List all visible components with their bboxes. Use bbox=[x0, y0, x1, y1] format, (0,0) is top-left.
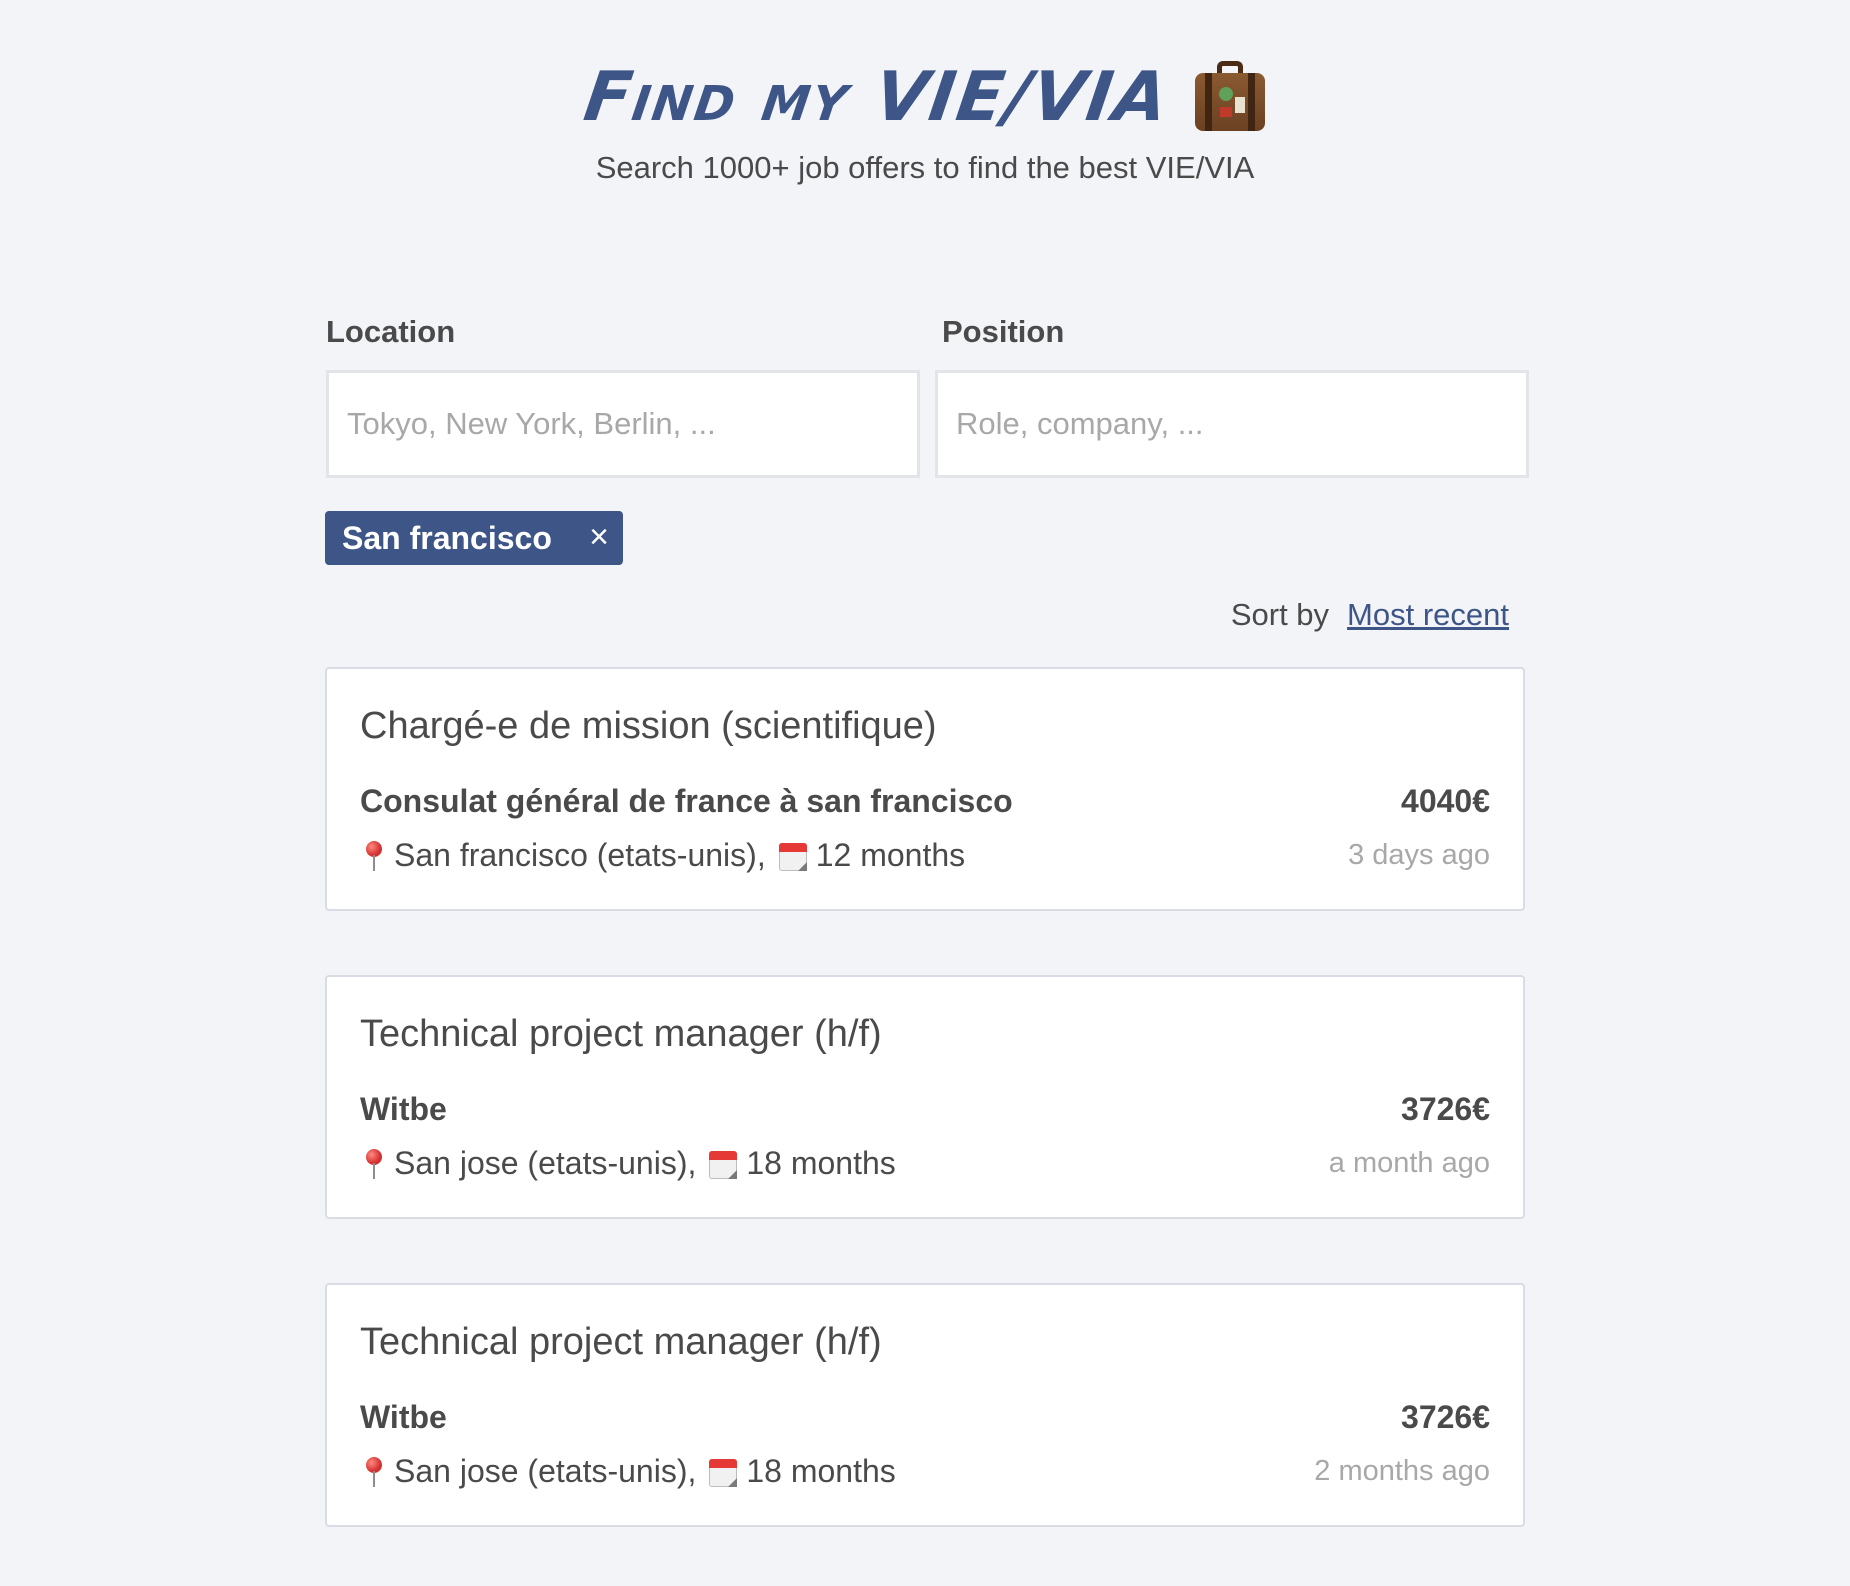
close-icon[interactable]: × bbox=[589, 517, 609, 557]
offer-meta: San jose (etats-unis), 18 months bbox=[360, 1145, 896, 1182]
sort-option-link[interactable]: Most recent bbox=[1347, 597, 1509, 633]
offer-card[interactable]: Technical project manager (h/f) Witbe 37… bbox=[325, 1283, 1525, 1527]
offer-salary: 4040€ bbox=[1401, 783, 1490, 819]
offer-meta: San francisco (etats-unis), 12 months bbox=[360, 837, 965, 874]
offer-duration: 12 months bbox=[815, 837, 966, 873]
offer-card[interactable]: Technical project manager (h/f) Witbe 37… bbox=[325, 975, 1525, 1219]
pin-icon bbox=[360, 1147, 386, 1181]
offer-title[interactable]: Technical project manager (h/f) bbox=[360, 1013, 882, 1056]
brand: Find my VIE/VIA bbox=[0, 52, 1850, 142]
offer-posted-date: a month ago bbox=[1328, 1147, 1490, 1179]
offer-card[interactable]: Chargé-e de mission (scientifique) Consu… bbox=[325, 667, 1525, 911]
calendar-icon bbox=[778, 840, 808, 872]
offer-location: San jose (etats-unis), bbox=[394, 1145, 697, 1181]
site-title[interactable]: Find my VIE/VIA bbox=[579, 58, 1174, 137]
offer-title[interactable]: Chargé-e de mission (scientifique) bbox=[360, 705, 937, 748]
page: Find my VIE/VIA Search 1000+ job offers … bbox=[0, 0, 1850, 1586]
offer-company: Consulat général de france à san francis… bbox=[360, 783, 1013, 819]
offer-location: San francisco (etats-unis), bbox=[394, 837, 766, 873]
pin-icon bbox=[360, 839, 386, 873]
offer-company: Witbe bbox=[360, 1399, 447, 1435]
offer-duration: 18 months bbox=[746, 1453, 896, 1489]
offer-salary: 3726€ bbox=[1401, 1091, 1490, 1127]
location-filter-tag: San francisco × bbox=[325, 511, 623, 565]
suitcase-icon bbox=[1194, 61, 1265, 133]
offer-duration: 18 months bbox=[746, 1145, 896, 1181]
calendar-icon bbox=[708, 1148, 738, 1180]
offer-meta: San jose (etats-unis), 18 months bbox=[360, 1453, 896, 1490]
sort-label: Sort by bbox=[1230, 597, 1330, 632]
offer-title[interactable]: Technical project manager (h/f) bbox=[360, 1321, 882, 1364]
offer-location: San jose (etats-unis), bbox=[394, 1453, 697, 1489]
offer-company: Witbe bbox=[360, 1091, 447, 1127]
offer-posted-date: 2 months ago bbox=[1314, 1455, 1490, 1487]
sort-control: Sort by Most recent bbox=[1231, 597, 1509, 633]
offer-posted-date: 3 days ago bbox=[1348, 839, 1490, 871]
offer-salary: 3726€ bbox=[1401, 1399, 1490, 1435]
header: Find my VIE/VIA Search 1000+ job offers … bbox=[0, 52, 1850, 186]
site-subtitle: Search 1000+ job offers to find the best… bbox=[595, 150, 1255, 185]
position-label: Position bbox=[942, 314, 1065, 349]
location-label: Location bbox=[326, 314, 456, 349]
calendar-icon bbox=[708, 1456, 738, 1488]
pin-icon bbox=[360, 1455, 386, 1489]
location-input[interactable] bbox=[326, 370, 920, 478]
filter-tag-label: San francisco bbox=[342, 519, 552, 556]
position-input[interactable] bbox=[935, 370, 1529, 478]
